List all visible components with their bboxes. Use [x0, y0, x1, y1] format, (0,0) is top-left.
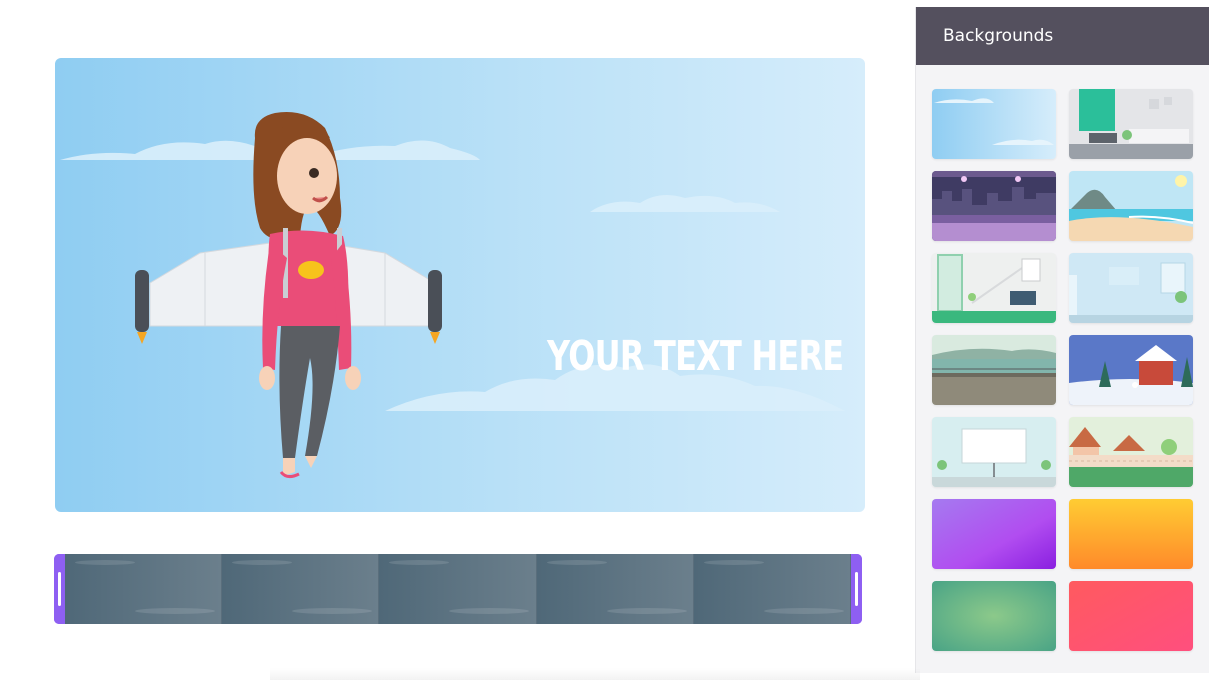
background-thumb-night-city-interior[interactable]	[932, 171, 1056, 241]
timeline-frame	[693, 554, 851, 624]
character-girl	[253, 112, 361, 479]
trim-handle-end[interactable]	[851, 554, 862, 624]
background-thumb-suburban-houses[interactable]	[1069, 417, 1193, 487]
video-editor: YOUR TEXT HERE Backgrounds	[0, 0, 1214, 680]
background-thumb-orange-gradient[interactable]	[1069, 499, 1193, 569]
background-thumbnails	[932, 89, 1194, 651]
scene-timeline[interactable]	[54, 554, 862, 624]
background-thumb-sky-clouds[interactable]	[932, 89, 1056, 159]
timeline-frame	[379, 554, 537, 624]
timeline-frame	[536, 554, 694, 624]
scene-artwork	[60, 112, 845, 479]
scene-canvas[interactable]: YOUR TEXT HERE	[55, 58, 865, 512]
timeline-frame	[222, 554, 380, 624]
headline-text[interactable]: YOUR TEXT HERE	[547, 332, 844, 380]
timeline-frames	[65, 554, 851, 624]
background-thumb-purple-gradient[interactable]	[932, 499, 1056, 569]
timeline-frame	[65, 554, 223, 624]
panel-title: Backgrounds	[916, 7, 1209, 65]
cloud-shape	[590, 194, 780, 212]
background-thumb-light-blue-office[interactable]	[1069, 253, 1193, 323]
grip-icon	[58, 572, 61, 606]
background-thumb-snowy-house[interactable]	[1069, 335, 1193, 405]
background-thumb-green-gradient[interactable]	[932, 581, 1056, 651]
backgrounds-panel: Backgrounds	[915, 7, 1209, 673]
background-thumb-presentation-screen[interactable]	[932, 417, 1056, 487]
grip-icon	[855, 572, 858, 606]
background-thumb-lakeside-promenade[interactable]	[932, 335, 1056, 405]
background-thumb-pink-gradient[interactable]	[1069, 581, 1193, 651]
trim-handle-start[interactable]	[54, 554, 65, 624]
background-thumb-green-hallway[interactable]	[932, 253, 1056, 323]
background-thumb-tropical-beach[interactable]	[1069, 171, 1193, 241]
background-thumb-modern-living-room[interactable]	[1069, 89, 1193, 159]
bottom-shadow	[270, 668, 920, 680]
